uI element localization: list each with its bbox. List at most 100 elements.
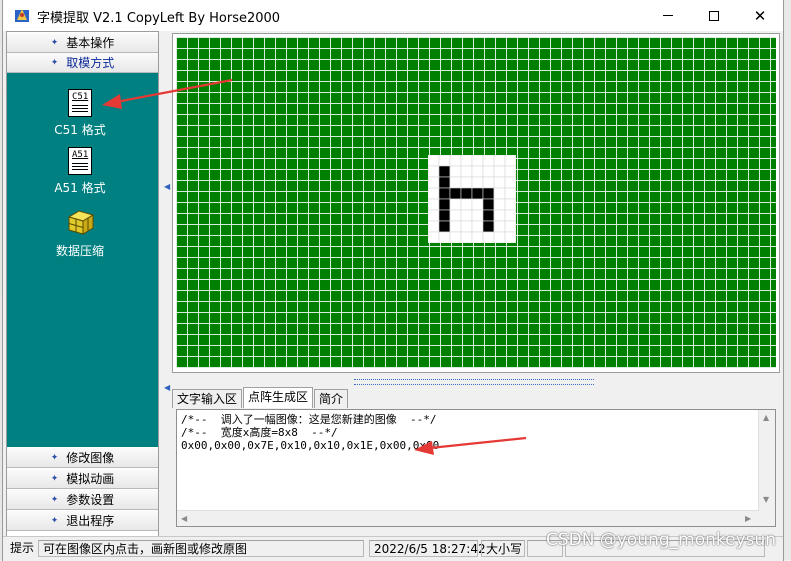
data-compress-tool[interactable]: 数据压缩: [40, 209, 120, 259]
window-title: 字模提取 V2.1 CopyLeft By Horse2000: [37, 11, 281, 26]
output-code[interactable]: /*-- 调入了一幅图像：这是您新建的图像 --*//*-- 宽度x高度=8x8…: [181, 413, 439, 452]
glyph-pixel-off[interactable]: [428, 155, 440, 167]
glyph-pixel-on[interactable]: [438, 220, 451, 233]
glyph-pixel-on[interactable]: [482, 198, 495, 211]
glyph-pixel-off[interactable]: [471, 220, 484, 233]
glyph-pixel-on[interactable]: [471, 187, 484, 200]
glyph-pixel-off[interactable]: [493, 176, 506, 189]
glyph-pixel-off[interactable]: [460, 155, 473, 167]
glyph-pixel-off[interactable]: [460, 198, 473, 211]
glyph-pixel-on[interactable]: [438, 198, 451, 211]
glyph-pixel-off[interactable]: [449, 198, 462, 211]
nav-extraction-mode[interactable]: ✦ 取模方式: [7, 53, 158, 73]
glyph-pixel-off[interactable]: [460, 231, 473, 243]
close-button[interactable]: ✕: [737, 0, 783, 31]
nav-basic-operations[interactable]: ✦ 基本操作: [7, 33, 158, 53]
glyph-pixel-off[interactable]: [428, 231, 440, 243]
scroll-down-icon[interactable]: ▼: [763, 496, 771, 504]
nav-exit-program[interactable]: ✦ 退出程序: [7, 511, 158, 531]
scroll-right-icon[interactable]: ▶: [745, 514, 751, 523]
tab-dot-matrix[interactable]: 点阵生成区: [243, 387, 314, 408]
glyph-pixel-off[interactable]: [460, 165, 473, 178]
vertical-splitter[interactable]: ◀ ◀: [161, 31, 172, 537]
pixel-grid[interactable]: [176, 37, 776, 368]
glyph-pixel-off[interactable]: [493, 209, 506, 222]
glyph-pixel-off[interactable]: [493, 155, 506, 167]
glyph-pixel-off[interactable]: [482, 231, 495, 243]
glyph-pixel-off[interactable]: [471, 231, 484, 243]
glyph-pixel-off[interactable]: [460, 176, 473, 189]
glyph-pixel-off[interactable]: [482, 165, 495, 178]
glyph-pixel-off[interactable]: [504, 165, 516, 178]
glyph-pixel-on[interactable]: [438, 209, 451, 222]
glyph-pixel-off[interactable]: [428, 220, 440, 233]
nav-parameter-settings[interactable]: ✦ 参数设置: [7, 490, 158, 510]
glyph-pixel-off[interactable]: [438, 231, 451, 243]
glyph-pixel-off[interactable]: [428, 198, 440, 211]
splitter-handle[interactable]: [354, 379, 594, 385]
collapse-left-icon-2[interactable]: ◀: [164, 384, 170, 392]
glyph-pixel-on[interactable]: [438, 176, 451, 189]
glyph-pixel-off[interactable]: [428, 165, 440, 178]
tab-introduction[interactable]: 简介: [314, 389, 349, 408]
app-horse-icon: [15, 9, 29, 22]
glyph-pixel-off[interactable]: [460, 209, 473, 222]
scroll-left-icon[interactable]: ◀: [181, 514, 187, 523]
glyph-pixel-off[interactable]: [428, 187, 440, 200]
glyph-pixel-off[interactable]: [449, 155, 462, 167]
minimize-button[interactable]: [645, 0, 691, 31]
glyph-pixel-off[interactable]: [493, 220, 506, 233]
scroll-up-icon[interactable]: ▲: [763, 414, 771, 422]
glyph-pixel-off[interactable]: [449, 165, 462, 178]
glyph-pixel-off[interactable]: [493, 198, 506, 211]
glyph-pixel-off[interactable]: [504, 187, 516, 200]
glyph-pixel-off[interactable]: [482, 176, 495, 189]
glyph-pixel-off[interactable]: [460, 220, 473, 233]
glyph-pixel-off[interactable]: [471, 198, 484, 211]
a51-format-tool[interactable]: A51 A51 格式: [40, 147, 120, 196]
diamond-bullet-icon: ✦: [50, 494, 59, 505]
glyph-pixel-off[interactable]: [504, 220, 516, 233]
vertical-scrollbar[interactable]: ▲ ▼: [758, 410, 775, 526]
maximize-button[interactable]: [691, 0, 737, 31]
glyph-pixel-on[interactable]: [460, 187, 473, 200]
glyph-pixel-off[interactable]: [438, 155, 451, 167]
glyph-bitmap[interactable]: [428, 155, 516, 243]
glyph-pixel-off[interactable]: [471, 165, 484, 178]
glyph-pixel-on[interactable]: [449, 187, 462, 200]
glyph-pixel-on[interactable]: [438, 165, 451, 178]
glyph-pixel-off[interactable]: [449, 209, 462, 222]
glyph-pixel-off[interactable]: [471, 155, 484, 167]
c51-document-icon: C51: [68, 89, 92, 117]
glyph-pixel-off[interactable]: [493, 231, 506, 243]
glyph-pixel-off[interactable]: [504, 209, 516, 222]
glyph-pixel-off[interactable]: [449, 176, 462, 189]
data-compress-label: 数据压缩: [55, 244, 104, 258]
glyph-pixel-off[interactable]: [449, 220, 462, 233]
glyph-pixel-off[interactable]: [482, 155, 495, 167]
glyph-pixel-off[interactable]: [471, 176, 484, 189]
glyph-pixel-off[interactable]: [504, 231, 516, 243]
glyph-pixel-on[interactable]: [482, 209, 495, 222]
collapse-left-icon[interactable]: ◀: [164, 183, 170, 191]
glyph-pixel-off[interactable]: [471, 209, 484, 222]
glyph-pixel-off[interactable]: [449, 231, 462, 243]
horizontal-splitter[interactable]: [172, 376, 780, 386]
glyph-pixel-off[interactable]: [493, 165, 506, 178]
glyph-pixel-off[interactable]: [428, 176, 440, 189]
glyph-pixel-on[interactable]: [482, 220, 495, 233]
title-bar[interactable]: 字模提取 V2.1 CopyLeft By Horse2000 ✕: [3, 0, 783, 31]
glyph-pixel-off[interactable]: [504, 198, 516, 211]
horizontal-scrollbar[interactable]: ◀ ▶: [177, 510, 759, 526]
glyph-pixel-off[interactable]: [428, 209, 440, 222]
output-textarea[interactable]: /*-- 调入了一幅图像：这是您新建的图像 --*//*-- 宽度x高度=8x8…: [176, 409, 776, 527]
glyph-pixel-on[interactable]: [438, 187, 451, 200]
nav-simulate-animation[interactable]: ✦ 模拟动画: [7, 469, 158, 489]
glyph-pixel-off[interactable]: [493, 187, 506, 200]
glyph-pixel-off[interactable]: [504, 155, 516, 167]
tab-text-input[interactable]: 文字输入区: [172, 389, 243, 408]
glyph-pixel-on[interactable]: [482, 187, 495, 200]
nav-edit-image[interactable]: ✦ 修改图像: [7, 448, 158, 468]
c51-format-tool[interactable]: C51 C51 格式: [40, 89, 120, 138]
glyph-pixel-off[interactable]: [504, 176, 516, 189]
